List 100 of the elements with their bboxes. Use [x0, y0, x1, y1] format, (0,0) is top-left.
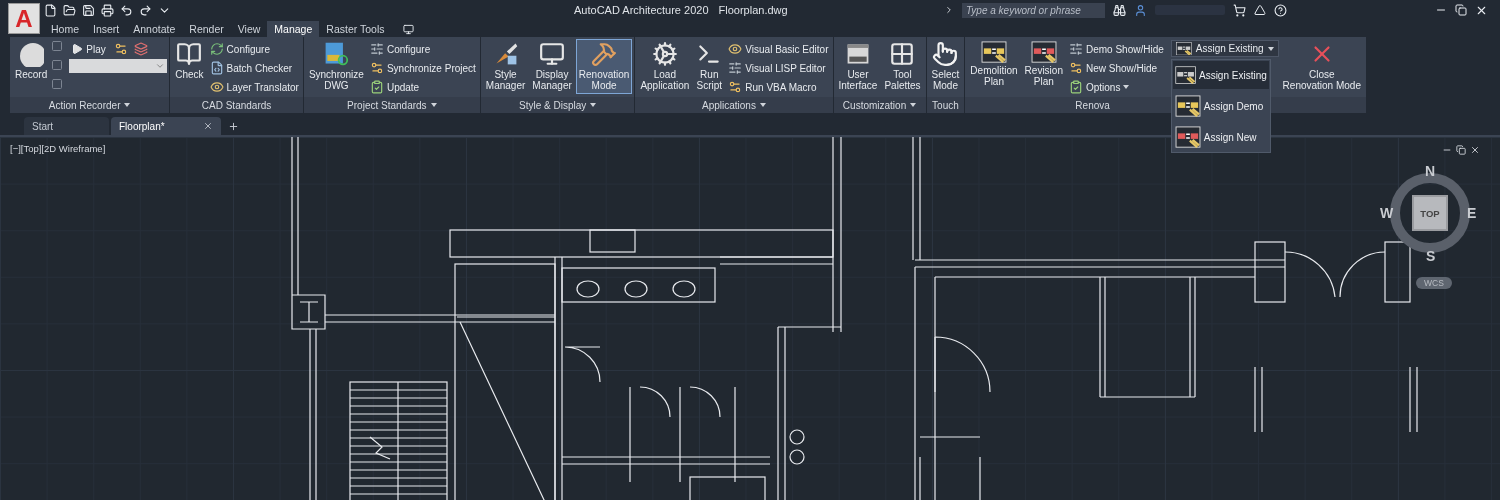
layers-icon — [133, 42, 148, 56]
panel-title-bar[interactable]: Action Recorder — [10, 97, 170, 113]
panel-title: Renova — [1075, 99, 1110, 111]
ribbon-small-button[interactable]: New Show/Hide — [1066, 59, 1166, 77]
user-icon[interactable] — [1134, 3, 1147, 17]
checklist-icon — [1068, 80, 1083, 94]
ribbon-button[interactable]: Renovation Mode — [575, 39, 633, 94]
plan-marker-icon — [1175, 41, 1192, 56]
gear-icon — [113, 42, 128, 56]
ribbon-tab[interactable]: Manage — [267, 21, 320, 37]
menu-item[interactable]: Assign Demo — [1172, 92, 1269, 120]
compass-south[interactable]: S — [1426, 248, 1436, 264]
palette-grid-icon — [889, 41, 916, 67]
triangle-icon[interactable] — [1254, 4, 1266, 16]
pointer-hand-icon — [932, 41, 959, 67]
ribbon-button[interactable]: Display Manager — [529, 39, 575, 94]
ribbon-button[interactable]: Demolition Plan — [967, 39, 1021, 94]
ribbon-tab[interactable]: View — [230, 21, 268, 37]
panel-title: Style & Display — [519, 99, 587, 111]
play-icon — [71, 43, 84, 55]
panel-title-bar[interactable]: Project Standards — [303, 97, 480, 113]
panel-title: Touch — [932, 99, 959, 111]
plan-marker-icon — [1030, 41, 1057, 64]
plan-marker-icon — [981, 41, 1007, 64]
ribbon-button[interactable]: Tool Palettes — [881, 39, 924, 94]
panel-title: CAD Standards — [201, 99, 272, 111]
menu-item[interactable]: Assign Existing — [1172, 61, 1269, 89]
ribbon-button[interactable]: Load Application — [637, 39, 693, 94]
ribbon-small-button[interactable]: Options — [1066, 78, 1166, 96]
search-field[interactable]: Type a keyword or phrase — [962, 2, 1105, 18]
sliders-icon — [728, 61, 743, 75]
restore-icon[interactable] — [1456, 145, 1466, 155]
app-title: AutoCAD Architecture 2020 — [574, 4, 709, 16]
document-tab[interactable]: Start — [24, 117, 109, 135]
save-icon[interactable] — [82, 3, 95, 17]
compass-east[interactable]: E — [1467, 205, 1477, 221]
help-icon[interactable] — [1274, 3, 1287, 17]
refresh-icon — [209, 42, 224, 56]
drawing-sync-icon — [323, 41, 350, 67]
binoculars-icon[interactable] — [1113, 3, 1126, 17]
ribbon-small-button[interactable]: Run VBA Macro — [726, 78, 831, 96]
play-button[interactable]: Play — [69, 40, 108, 58]
panel-title-bar[interactable]: Customization — [833, 97, 926, 113]
ribbon-small-button[interactable]: Update — [367, 78, 478, 96]
ribbon-button[interactable]: User Interface — [835, 39, 881, 94]
sliders-icon — [1068, 42, 1083, 56]
ribbon-small-button[interactable]: Visual LISP Editor — [726, 59, 831, 77]
ribbon-small-button[interactable]: Layer Translator — [207, 78, 301, 96]
close-icon[interactable] — [1470, 145, 1480, 155]
gear-icon — [369, 61, 384, 75]
ribbon-tab[interactable]: Annotate — [126, 21, 183, 37]
sliders-icon — [369, 42, 384, 56]
eye-icon — [209, 80, 224, 94]
plan-marker-icon — [1174, 63, 1196, 87]
ribbon-small-button[interactable]: Synchronize Project — [367, 59, 478, 77]
ribbon-small-button[interactable]: Configure — [207, 40, 301, 58]
split-button[interactable]: Assign Existing — [1170, 40, 1279, 57]
file-name: Floorplan.dwg — [718, 4, 788, 16]
cart-icon[interactable] — [1233, 3, 1246, 17]
ribbon-small-button[interactable]: Batch Checker — [207, 59, 301, 77]
panel-title-bar[interactable]: Style & Display — [480, 97, 635, 113]
document-tab[interactable]: Floorplan* — [111, 117, 221, 135]
ribbon-tab[interactable]: Insert — [86, 21, 127, 37]
eye-icon — [728, 42, 743, 56]
ribbon-small-button[interactable]: Demo Show/Hide — [1066, 40, 1166, 58]
ribbon-button[interactable]: Synchronize DWG — [305, 39, 367, 94]
viewport-label[interactable]: [−][Top][2D Wireframe] — [10, 143, 106, 154]
ribbon-button[interactable]: Style Manager — [482, 39, 529, 94]
ribbon-button[interactable]: Check — [172, 39, 207, 94]
gear-icon — [728, 80, 743, 94]
open-folder-icon[interactable] — [63, 3, 76, 17]
ribbon-tab[interactable]: Home — [44, 21, 86, 37]
gear-icon — [1068, 61, 1083, 75]
application-menu-button[interactable]: A — [8, 3, 40, 34]
ribbon-button[interactable]: Select Mode — [928, 39, 963, 94]
undo-icon[interactable] — [120, 3, 133, 17]
panel-title: Action Recorder — [48, 99, 121, 111]
plus-icon — [227, 120, 239, 132]
restore-icon[interactable] — [1455, 4, 1467, 16]
ribbon-button[interactable]: Revision Plan — [1021, 39, 1066, 94]
checklist-icon — [369, 80, 384, 94]
ribbon-small-button[interactable]: Visual Basic Editor — [726, 40, 831, 58]
compass-north[interactable]: N — [1425, 163, 1436, 179]
caret-icon — [155, 61, 166, 71]
ribbon-button[interactable]: Close Renovation Mode — [1279, 39, 1364, 94]
ribbon-button[interactable]: Record — [12, 39, 51, 94]
ribbon-tab[interactable]: Raster Tools — [319, 21, 392, 37]
redo-icon[interactable] — [139, 3, 152, 17]
print-icon[interactable] — [101, 3, 114, 17]
ribbon-small-button[interactable]: Configure — [367, 40, 478, 58]
ribbon-button[interactable]: Run Script — [693, 39, 726, 94]
panel-title-bar[interactable]: Applications — [635, 97, 833, 113]
ribbon-tab[interactable]: Render — [182, 21, 231, 37]
panel-toggle-icon[interactable] — [403, 24, 415, 35]
hammer-icon — [591, 41, 618, 67]
caret-icon — [1267, 46, 1274, 51]
code-file-icon — [209, 61, 224, 75]
compass-west[interactable]: W — [1380, 205, 1394, 221]
viewcube-face[interactable]: TOP — [1412, 195, 1448, 231]
new-file-icon[interactable] — [44, 3, 57, 17]
